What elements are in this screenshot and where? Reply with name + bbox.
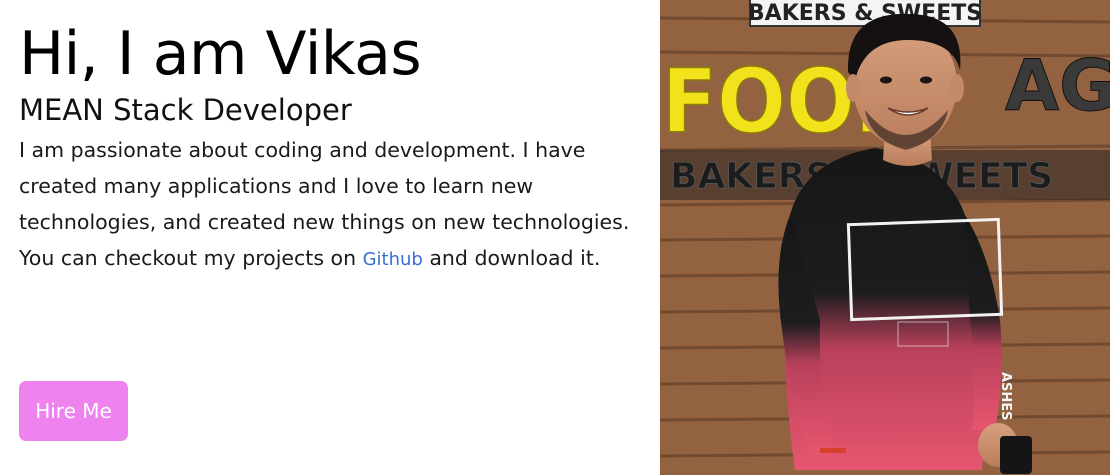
bio-text-end: and download it.: [422, 246, 601, 270]
page-title: Hi, I am Vikas: [19, 19, 422, 89]
sign-top-text: BAKERS & SWEETS: [748, 1, 982, 26]
phone: [1000, 436, 1032, 474]
intro-panel: Hi, I am Vikas MEAN Stack Developer I am…: [0, 0, 660, 475]
sign-main-right: AGE: [1005, 45, 1110, 127]
hero-section: Hi, I am Vikas MEAN Stack Developer I am…: [0, 0, 1110, 475]
right-eye: [920, 76, 932, 84]
github-link[interactable]: Github: [363, 249, 423, 270]
shirt-caption: ASHES: [998, 372, 1013, 421]
bracelet: [820, 448, 846, 453]
bio-paragraph: I am passionate about coding and develop…: [19, 132, 644, 278]
job-title: MEAN Stack Developer: [19, 93, 352, 127]
left-eye: [880, 76, 892, 84]
profile-photo-svg: BAKERS & SWEETS FOOD AGE BAKERS & SWEETS…: [660, 0, 1110, 475]
profile-photo: BAKERS & SWEETS FOOD AGE BAKERS & SWEETS…: [660, 0, 1110, 475]
hire-me-button[interactable]: Hire Me: [19, 381, 128, 441]
